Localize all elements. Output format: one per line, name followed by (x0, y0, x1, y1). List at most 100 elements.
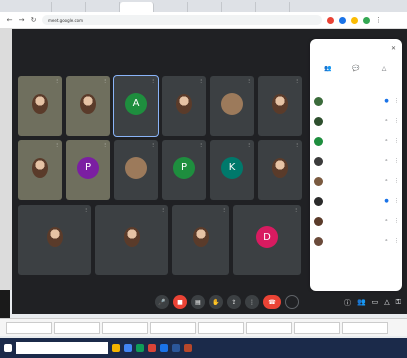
extension-icon[interactable] (327, 16, 334, 24)
present-button[interactable]: ⇪ (227, 295, 241, 309)
taskbar-window[interactable] (342, 321, 388, 334)
participant-row[interactable]: ⚬ ⋮ (314, 111, 400, 131)
more-icon[interactable]: ⋮ (103, 142, 107, 147)
activities-icon[interactable]: △ (384, 298, 389, 308)
panel-tab[interactable]: △ (371, 65, 397, 74)
browser-tab[interactable] (18, 2, 52, 12)
panel-tab[interactable]: 👥 (315, 65, 341, 74)
participant-tile[interactable]: ⋮ (162, 76, 206, 136)
more-icon[interactable]: ⋮ (393, 158, 400, 164)
participant-tile[interactable]: P ⋮ (162, 140, 206, 200)
more-icon[interactable]: ⋮ (295, 78, 299, 83)
extension-icon[interactable] (363, 16, 370, 24)
reactions-button[interactable] (285, 295, 299, 309)
people-icon[interactable]: 👥 (357, 298, 366, 308)
participant-tile[interactable]: ⋮ (18, 205, 91, 275)
chrome-icon[interactable] (124, 344, 132, 352)
more-icon[interactable]: ⋮ (199, 78, 203, 83)
more-icon[interactable]: ⋮ (247, 142, 251, 147)
participant-row[interactable]: ⚬ ⋮ (314, 151, 400, 171)
more-icon[interactable]: ⋮ (151, 78, 155, 83)
browser-tab[interactable] (86, 2, 120, 12)
taskbar-window[interactable] (246, 321, 292, 334)
participant-tile[interactable]: A ⋮ (113, 75, 159, 137)
participant-tile[interactable]: P ⋮ (66, 140, 110, 200)
participant-row[interactable]: ⚬ ⋮ (314, 171, 400, 191)
participant-tile[interactable]: K ⋮ (210, 140, 254, 200)
more-icon[interactable]: ⋮ (295, 142, 299, 147)
participant-tile[interactable]: ⋮ (210, 76, 254, 136)
more-icon[interactable]: ⋮ (393, 178, 400, 184)
reload-icon[interactable]: ↻ (30, 16, 37, 24)
browser-tab[interactable] (222, 2, 256, 12)
close-icon[interactable]: ✕ (391, 45, 396, 52)
more-icon[interactable]: ⋮ (55, 142, 59, 147)
leave-call-button[interactable]: ☎ (263, 295, 281, 309)
more-icon[interactable]: ⋮ (393, 218, 400, 224)
more-icon[interactable]: ⋮ (199, 142, 203, 147)
mic-button[interactable]: 🎤 (155, 295, 169, 309)
more-options-button[interactable]: ⋮ (245, 295, 259, 309)
windows-start-icon[interactable] (4, 344, 12, 352)
more-icon[interactable]: ⋮ (55, 78, 59, 83)
participant-row[interactable]: ● ⋮ (314, 91, 400, 111)
browser-tab[interactable] (52, 2, 86, 12)
taskbar-window[interactable] (6, 321, 52, 334)
more-icon[interactable]: ⋮ (151, 142, 155, 147)
more-icon[interactable]: ⋮ (294, 207, 298, 212)
app-icon[interactable] (160, 344, 168, 352)
extension-icon[interactable] (339, 16, 346, 24)
participant-tile[interactable]: ⋮ (18, 76, 62, 136)
participant-tile[interactable]: ⋮ (95, 205, 168, 275)
raise-hand-button[interactable]: ✋ (209, 295, 223, 309)
more-icon[interactable]: ⋮ (247, 78, 251, 83)
more-icon[interactable]: ⋮ (393, 138, 400, 144)
participant-tile[interactable]: ⋮ (66, 76, 110, 136)
participant-row[interactable]: ⚬ ⋮ (314, 131, 400, 151)
participant-row[interactable]: ⚬ ⋮ (314, 231, 400, 251)
more-icon[interactable]: ⋮ (103, 78, 107, 83)
more-icon[interactable]: ⋮ (84, 207, 88, 212)
browser-tab[interactable] (120, 2, 154, 12)
participant-row[interactable]: ⚬ ⋮ (314, 211, 400, 231)
captions-button[interactable]: ▤ (191, 295, 205, 309)
more-icon[interactable]: ⋮ (393, 118, 400, 124)
taskbar-window[interactable] (198, 321, 244, 334)
participant-tile[interactable]: ⋮ (258, 76, 302, 136)
participant-tile[interactable]: ⋮ (18, 140, 62, 200)
app-icon[interactable] (148, 344, 156, 352)
forward-icon[interactable]: → (18, 16, 25, 24)
powerpoint-icon[interactable] (184, 344, 192, 352)
taskbar-window[interactable] (294, 321, 340, 334)
panel-tab[interactable]: 💬 (343, 65, 369, 74)
browser-tab[interactable] (154, 2, 188, 12)
browser-tab[interactable] (188, 2, 222, 12)
participant-tile[interactable]: ⋮ (114, 140, 158, 200)
chat-icon[interactable]: ▭ (372, 298, 379, 308)
taskbar-window[interactable] (54, 321, 100, 334)
participant-tile[interactable]: D ⋮ (233, 205, 301, 275)
more-icon[interactable]: ⋮ (393, 98, 400, 104)
extension-icon[interactable] (351, 16, 358, 24)
folder-icon[interactable] (112, 344, 120, 352)
menu-icon[interactable]: ⋮ (375, 16, 382, 24)
more-icon[interactable]: ⋮ (393, 238, 400, 244)
app-icon[interactable] (136, 344, 144, 352)
taskbar-window[interactable] (102, 321, 148, 334)
participant-tile[interactable]: ⋮ (258, 140, 302, 200)
lock-icon[interactable]: ⚿ (396, 298, 401, 308)
search-input[interactable] (16, 342, 108, 354)
info-icon[interactable]: ⓘ (344, 298, 351, 308)
participant-tile[interactable]: ⋮ (172, 205, 229, 275)
word-icon[interactable] (172, 344, 180, 352)
taskbar-window[interactable] (150, 321, 196, 334)
more-icon[interactable]: ⋮ (222, 207, 226, 212)
camera-button[interactable]: ■ (173, 295, 187, 309)
avatar: K (221, 156, 243, 179)
browser-tab[interactable] (256, 2, 290, 12)
more-icon[interactable]: ⋮ (393, 198, 400, 204)
more-icon[interactable]: ⋮ (161, 207, 165, 212)
participant-row[interactable]: ● ⋮ (314, 191, 400, 211)
address-bar[interactable]: meet.google.com (42, 15, 322, 25)
back-icon[interactable]: ← (6, 16, 13, 24)
